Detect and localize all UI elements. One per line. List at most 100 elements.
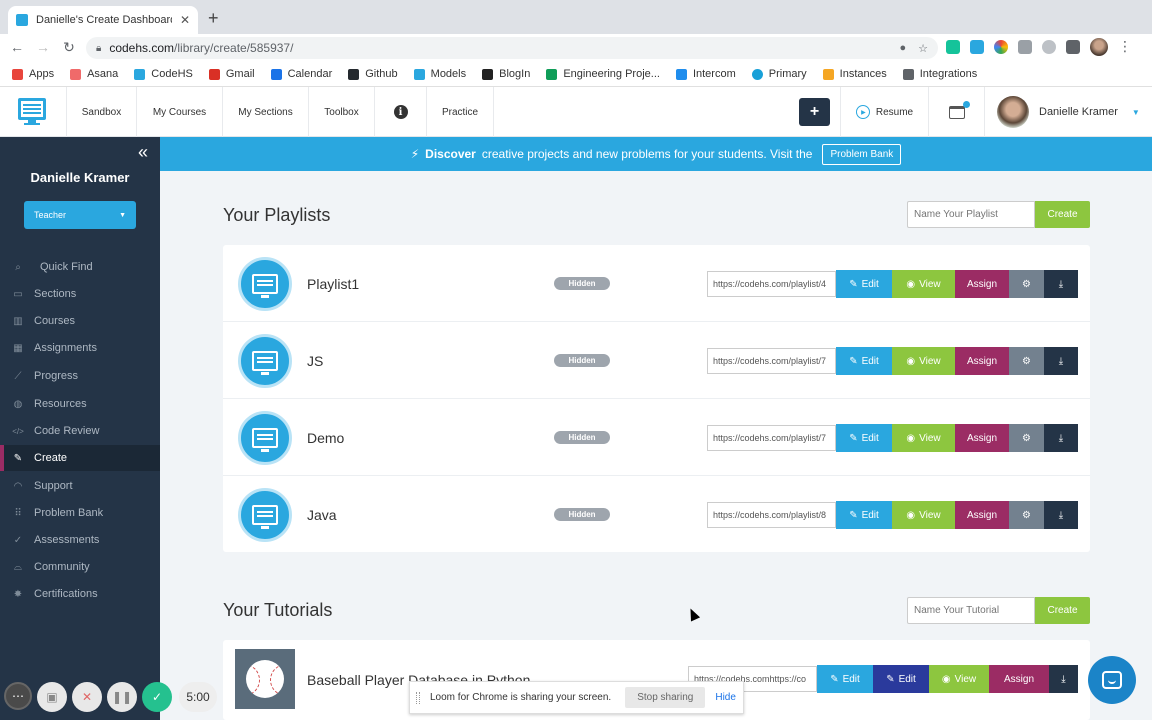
sidebar-item-progress[interactable]: ⟋ Progress — [0, 363, 160, 389]
reload-icon[interactable]: ↻ — [60, 39, 78, 56]
playlist-name[interactable]: Playlist1 — [307, 276, 359, 292]
bookmark-apps[interactable]: Apps — [12, 68, 54, 80]
bookmark-models[interactable]: Models — [413, 68, 466, 80]
playlist-link-field[interactable]: https://codehs.com/playlist/7 — [707, 348, 836, 374]
grey-extension-icon[interactable] — [1042, 40, 1056, 54]
camera-toggle-button[interactable]: ▣ — [37, 682, 67, 712]
bookmark-engineering[interactable]: Engineering Proje... — [546, 68, 660, 80]
recorder-menu-button[interactable]: ⋯ — [4, 682, 32, 710]
playlist-name[interactable]: Demo — [307, 430, 344, 446]
sidebar-item-resources[interactable]: ◍ Resources — [0, 391, 160, 417]
nav-toolbox[interactable]: Toolbox — [308, 87, 374, 137]
playlist-link-field[interactable]: https://codehs.com/playlist/4 — [707, 271, 836, 297]
assign-button[interactable]: Assign — [955, 347, 1009, 375]
camera-extension-icon[interactable] — [1018, 40, 1032, 54]
resume-button[interactable]: ▶ Resume — [840, 87, 928, 137]
view-button[interactable]: ◉ View — [892, 270, 955, 298]
sidebar-item-quick-find[interactable]: ⌕ Quick Find — [0, 254, 160, 280]
bookmark-primary[interactable]: Primary — [751, 68, 807, 80]
create-playlist-button[interactable]: Create — [1035, 201, 1090, 228]
view-button[interactable]: ◉ View — [892, 424, 955, 452]
sidebar-item-assessments[interactable]: ✓ Assessments — [0, 527, 160, 553]
browser-tab[interactable]: Danielle's Create Dashboard | C ✕ — [8, 6, 198, 34]
bookmark-asana[interactable]: Asana — [70, 68, 118, 80]
sidebar-item-support[interactable]: ◠ Support — [0, 473, 160, 499]
bookmark-calendar[interactable]: Calendar — [270, 68, 332, 80]
edit-button[interactable]: ✎ Edit — [836, 270, 892, 298]
nav-sandbox[interactable]: Sandbox — [66, 87, 136, 137]
sidebar-item-problem-bank[interactable]: ⠿ Problem Bank — [0, 500, 160, 526]
settings-button[interactable]: ⚙ — [1009, 501, 1044, 529]
drag-handle-icon[interactable] — [416, 691, 420, 704]
nav-info[interactable]: i — [374, 87, 426, 137]
sidebar-item-create[interactable]: ✎ Create — [0, 445, 160, 471]
cancel-recording-button[interactable]: ✕ — [72, 682, 102, 712]
settings-button[interactable]: ⚙ — [1009, 270, 1044, 298]
nav-practice[interactable]: Practice — [426, 87, 494, 137]
download-button[interactable]: ⤓ — [1044, 501, 1078, 529]
view-button[interactable]: ◉ View — [892, 501, 955, 529]
sidebar-item-community[interactable]: ⌓ Community — [0, 554, 160, 580]
create-tutorial-button[interactable]: Create — [1035, 597, 1090, 624]
collapse-sidebar-icon[interactable]: « — [138, 143, 148, 161]
edit-button[interactable]: ✎ Edit — [836, 501, 892, 529]
codehs-logo-icon[interactable] — [16, 96, 48, 128]
bookmark-github[interactable]: Github — [348, 68, 398, 80]
close-tab-icon[interactable]: ✕ — [180, 13, 190, 27]
grammarly-extension-icon[interactable] — [946, 40, 960, 54]
hide-link[interactable]: Hide — [715, 692, 736, 703]
tutorial-name-input[interactable] — [907, 597, 1035, 624]
codehs-extension-icon[interactable] — [970, 40, 984, 54]
create-new-button[interactable]: + — [799, 98, 830, 126]
address-bar[interactable]: 🔒︎ codehs.com/library/create/585937/ ● ☆ — [86, 37, 938, 59]
sidebar-item-assignments[interactable]: ▦ Assignments — [0, 335, 160, 361]
colorful-extension-icon[interactable] — [994, 40, 1008, 54]
nav-my-sections[interactable]: My Sections — [222, 87, 308, 137]
pause-recording-button[interactable]: ❚❚ — [107, 682, 137, 712]
bookmark-codehs[interactable]: CodeHS — [134, 68, 193, 80]
assign-button[interactable]: Assign — [955, 501, 1009, 529]
download-button[interactable]: ⤓ — [1044, 347, 1078, 375]
user-menu[interactable]: Danielle Kramer ▼ — [984, 87, 1152, 137]
download-button[interactable]: ⤓ — [1044, 424, 1078, 452]
playlist-name[interactable]: Java — [307, 507, 337, 523]
stop-sharing-button[interactable]: Stop sharing — [625, 687, 706, 708]
bookmark-blogin[interactable]: BlogIn — [482, 68, 530, 80]
download-button[interactable]: ⤓ — [1044, 270, 1078, 298]
playlist-name-input[interactable] — [907, 201, 1035, 228]
calendar-button[interactable] — [928, 87, 984, 137]
sidebar-item-courses[interactable]: ▥ Courses — [0, 308, 160, 334]
view-button[interactable]: ◉ View — [892, 347, 955, 375]
microphone-icon[interactable]: ● — [899, 42, 906, 55]
playlist-name[interactable]: JS — [307, 353, 323, 369]
finish-recording-button[interactable]: ✓ — [142, 682, 172, 712]
back-icon[interactable]: ← — [8, 39, 26, 55]
assign-button[interactable]: Assign — [955, 424, 1009, 452]
bookmark-instances[interactable]: Instances — [822, 68, 887, 80]
assign-button[interactable]: Assign — [989, 665, 1049, 693]
bookmark-integrations[interactable]: Integrations — [902, 68, 977, 80]
extensions-puzzle-icon[interactable] — [1066, 40, 1080, 54]
bookmark-star-icon[interactable]: ☆ — [918, 42, 928, 55]
sidebar-item-certifications[interactable]: ✸ Certifications — [0, 581, 160, 607]
browser-menu-icon[interactable]: ⋮ — [1118, 38, 1132, 56]
edit-button[interactable]: ✎ Edit — [817, 665, 873, 693]
new-tab-button[interactable]: + — [208, 9, 219, 27]
role-dropdown[interactable]: Teacher ▼ — [24, 201, 136, 229]
support-chat-button[interactable] — [1088, 656, 1136, 704]
playlist-link-field[interactable]: https://codehs.com/playlist/7 — [707, 425, 836, 451]
browser-profile-avatar[interactable] — [1090, 38, 1108, 56]
problem-bank-button[interactable]: Problem Bank — [822, 143, 902, 165]
assign-button[interactable]: Assign — [955, 270, 1009, 298]
bookmark-gmail[interactable]: Gmail — [208, 68, 255, 80]
nav-my-courses[interactable]: My Courses — [136, 87, 222, 137]
edit-button[interactable]: ✎ Edit — [836, 347, 892, 375]
settings-button[interactable]: ⚙ — [1009, 424, 1044, 452]
view-button[interactable]: ◉ View — [929, 665, 989, 693]
download-button[interactable]: ⤓ — [1049, 665, 1078, 693]
sidebar-item-sections[interactable]: ▭ Sections — [0, 281, 160, 307]
settings-button[interactable]: ⚙ — [1009, 347, 1044, 375]
bookmark-intercom[interactable]: Intercom — [675, 68, 736, 80]
edit-button[interactable]: ✎ Edit — [836, 424, 892, 452]
edit-code-button[interactable]: ✎ Edit — [873, 665, 929, 693]
